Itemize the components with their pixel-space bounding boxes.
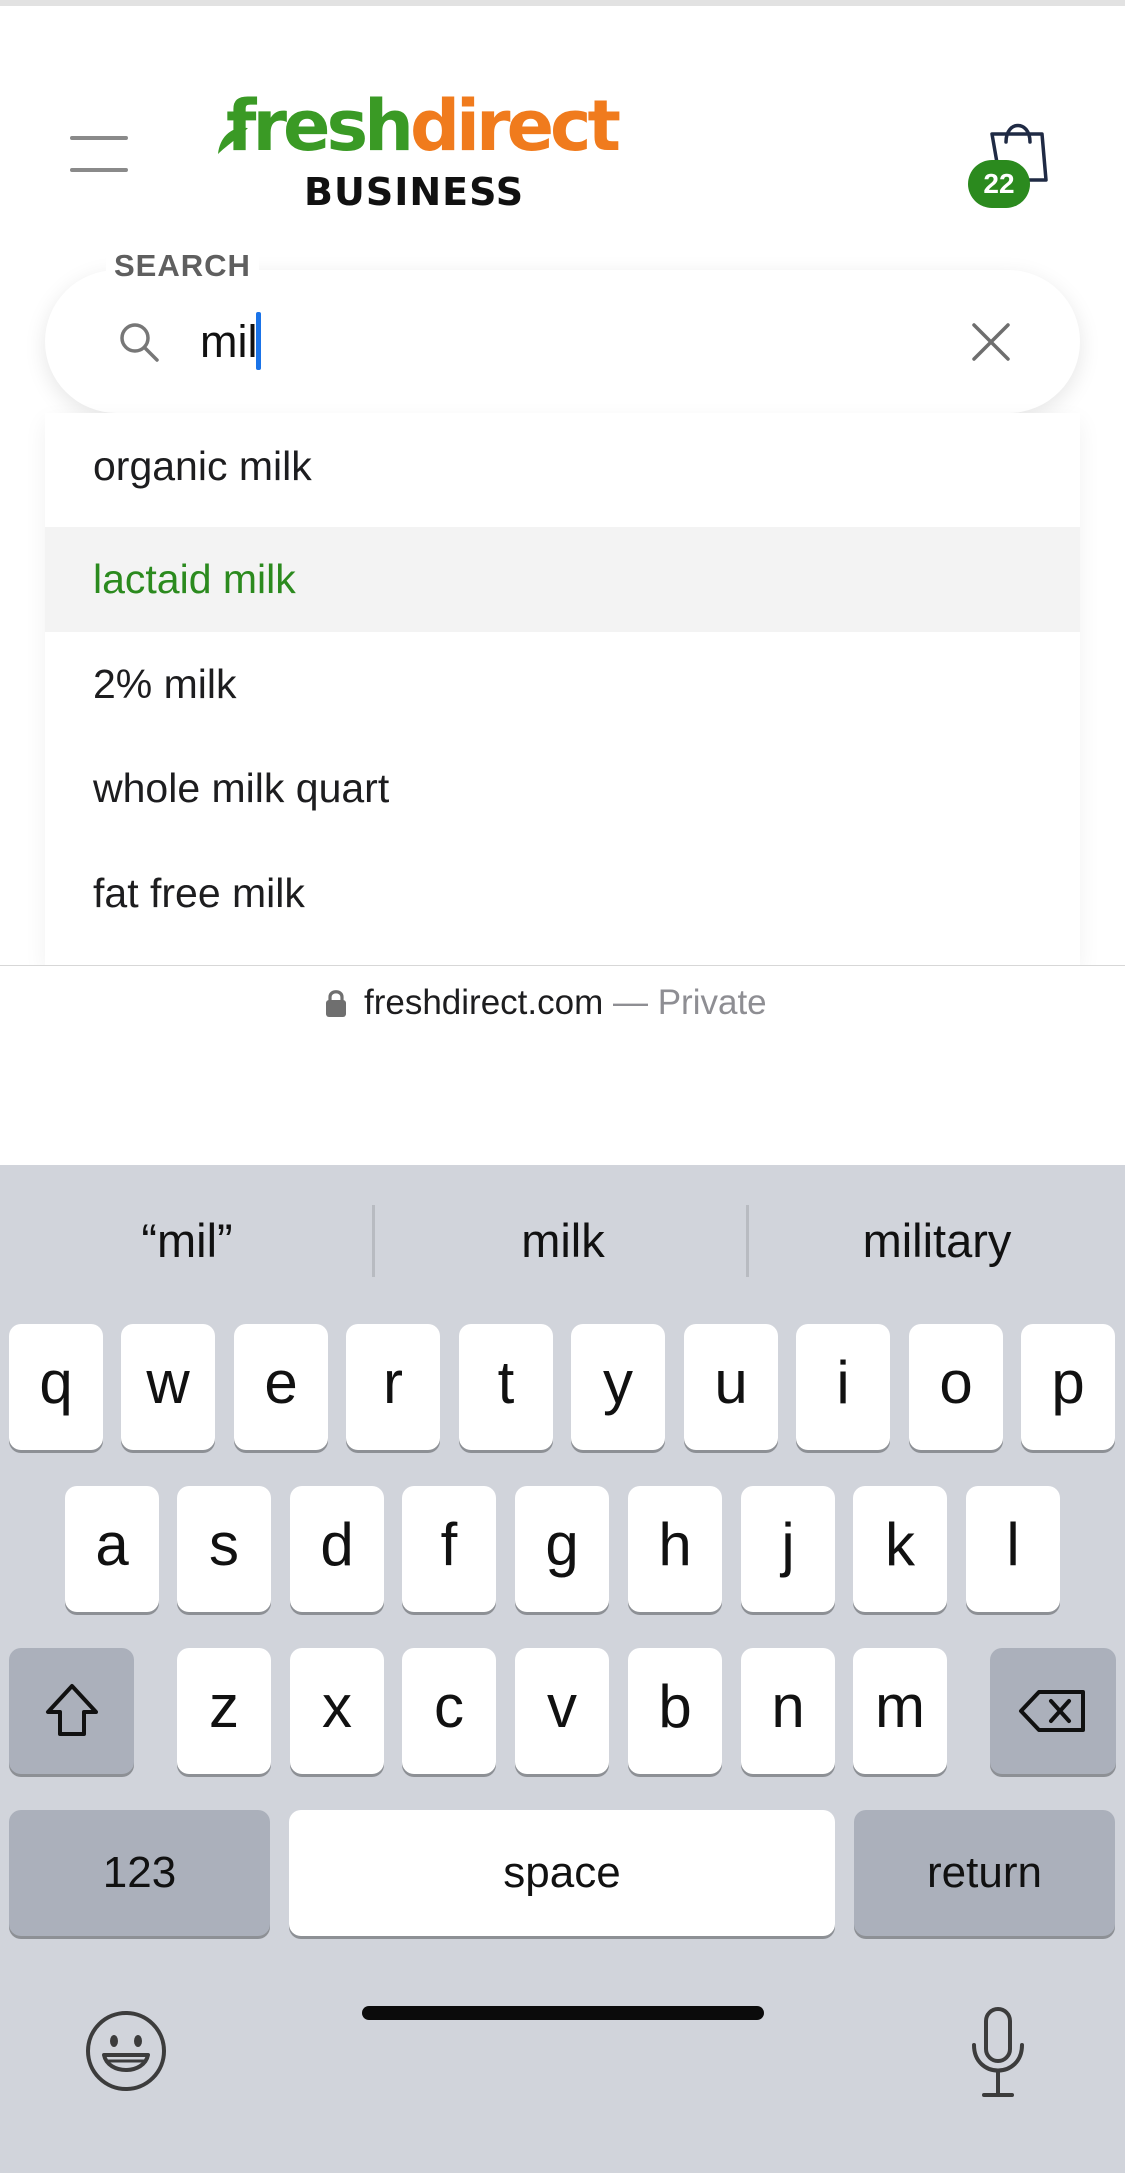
return-key[interactable]: return: [854, 1810, 1115, 1936]
key-n[interactable]: n: [741, 1648, 835, 1774]
emoji-icon[interactable]: [84, 2009, 168, 2093]
logo-wordmark: freshdirect: [226, 85, 621, 167]
key-l[interactable]: l: [966, 1486, 1060, 1612]
prediction-divider: [746, 1205, 749, 1277]
key-a[interactable]: a: [65, 1486, 159, 1612]
close-icon[interactable]: [963, 314, 1019, 370]
suggestion-item[interactable]: organic milk: [45, 414, 1080, 519]
shift-icon: [45, 1684, 98, 1736]
key-h[interactable]: h: [628, 1486, 722, 1612]
search-suggestions-list: organic milk lactaid milk 2% milk whole …: [45, 413, 1080, 965]
key-b[interactable]: b: [628, 1648, 722, 1774]
private-label: Private: [657, 983, 767, 1022]
on-screen-keyboard: “mil” milk military q w e r t y u i o p …: [0, 1165, 1125, 2173]
key-p[interactable]: p: [1021, 1324, 1115, 1450]
key-z[interactable]: z: [177, 1648, 271, 1774]
backspace-icon: [1019, 1690, 1085, 1732]
url-separator: —: [603, 983, 658, 1022]
search-label: SEARCH: [106, 248, 259, 284]
shift-key[interactable]: [9, 1648, 134, 1774]
key-m[interactable]: m: [853, 1648, 947, 1774]
lock-icon: [326, 990, 346, 1017]
logo-business: BUSINESS: [304, 170, 525, 214]
key-t[interactable]: t: [459, 1324, 553, 1450]
search-icon: [120, 323, 159, 362]
predictive-text-bar: “mil” milk military: [0, 1165, 1125, 1315]
key-o[interactable]: o: [909, 1324, 1003, 1450]
url-text: freshdirect.com — Private: [364, 978, 767, 1028]
microphone-icon[interactable]: [966, 2005, 1030, 2101]
prediction-divider: [372, 1205, 375, 1277]
key-i[interactable]: i: [796, 1324, 890, 1450]
key-g[interactable]: g: [515, 1486, 609, 1612]
logo-direct: direct: [409, 85, 621, 167]
key-r[interactable]: r: [346, 1324, 440, 1450]
key-x[interactable]: x: [290, 1648, 384, 1774]
key-c[interactable]: c: [402, 1648, 496, 1774]
key-y[interactable]: y: [571, 1324, 665, 1450]
key-j[interactable]: j: [741, 1486, 835, 1612]
key-q[interactable]: q: [9, 1324, 103, 1450]
logo-fresh: fresh: [226, 85, 414, 167]
browser-address-bar[interactable]: freshdirect.com — Private: [0, 965, 1125, 1166]
key-e[interactable]: e: [234, 1324, 328, 1450]
prediction-suggestion[interactable]: military: [750, 1205, 1124, 1277]
home-indicator[interactable]: [362, 2006, 764, 2020]
backspace-key[interactable]: [990, 1648, 1116, 1774]
numbers-key[interactable]: 123: [9, 1810, 270, 1936]
suggestion-item-highlighted[interactable]: lactaid milk: [45, 527, 1080, 632]
suggestion-item[interactable]: whole milk quart: [45, 736, 1080, 841]
suggestion-item[interactable]: fat free milk: [45, 841, 1080, 946]
key-v[interactable]: v: [515, 1648, 609, 1774]
key-k[interactable]: k: [853, 1486, 947, 1612]
space-key[interactable]: space: [289, 1810, 835, 1936]
cart-count-badge: 22: [968, 160, 1030, 208]
suggestion-item[interactable]: 2% milk: [45, 632, 1080, 737]
key-d[interactable]: d: [290, 1486, 384, 1612]
key-w[interactable]: w: [121, 1324, 215, 1450]
hamburger-menu-icon[interactable]: [70, 136, 128, 172]
prediction-suggestion[interactable]: milk: [376, 1205, 750, 1277]
search-bar: [45, 270, 1080, 413]
prediction-literal[interactable]: “mil”: [0, 1205, 374, 1277]
text-caret: [256, 312, 261, 370]
key-s[interactable]: s: [177, 1486, 271, 1612]
freshdirect-business-logo[interactable]: freshdirect BUSINESS: [218, 86, 621, 216]
search-input[interactable]: [200, 304, 960, 380]
key-u[interactable]: u: [684, 1324, 778, 1450]
url-domain: freshdirect.com: [364, 983, 604, 1022]
cart-button[interactable]: 22: [968, 118, 1050, 208]
app-header: freshdirect BUSINESS 22: [0, 6, 1125, 256]
key-f[interactable]: f: [402, 1486, 496, 1612]
